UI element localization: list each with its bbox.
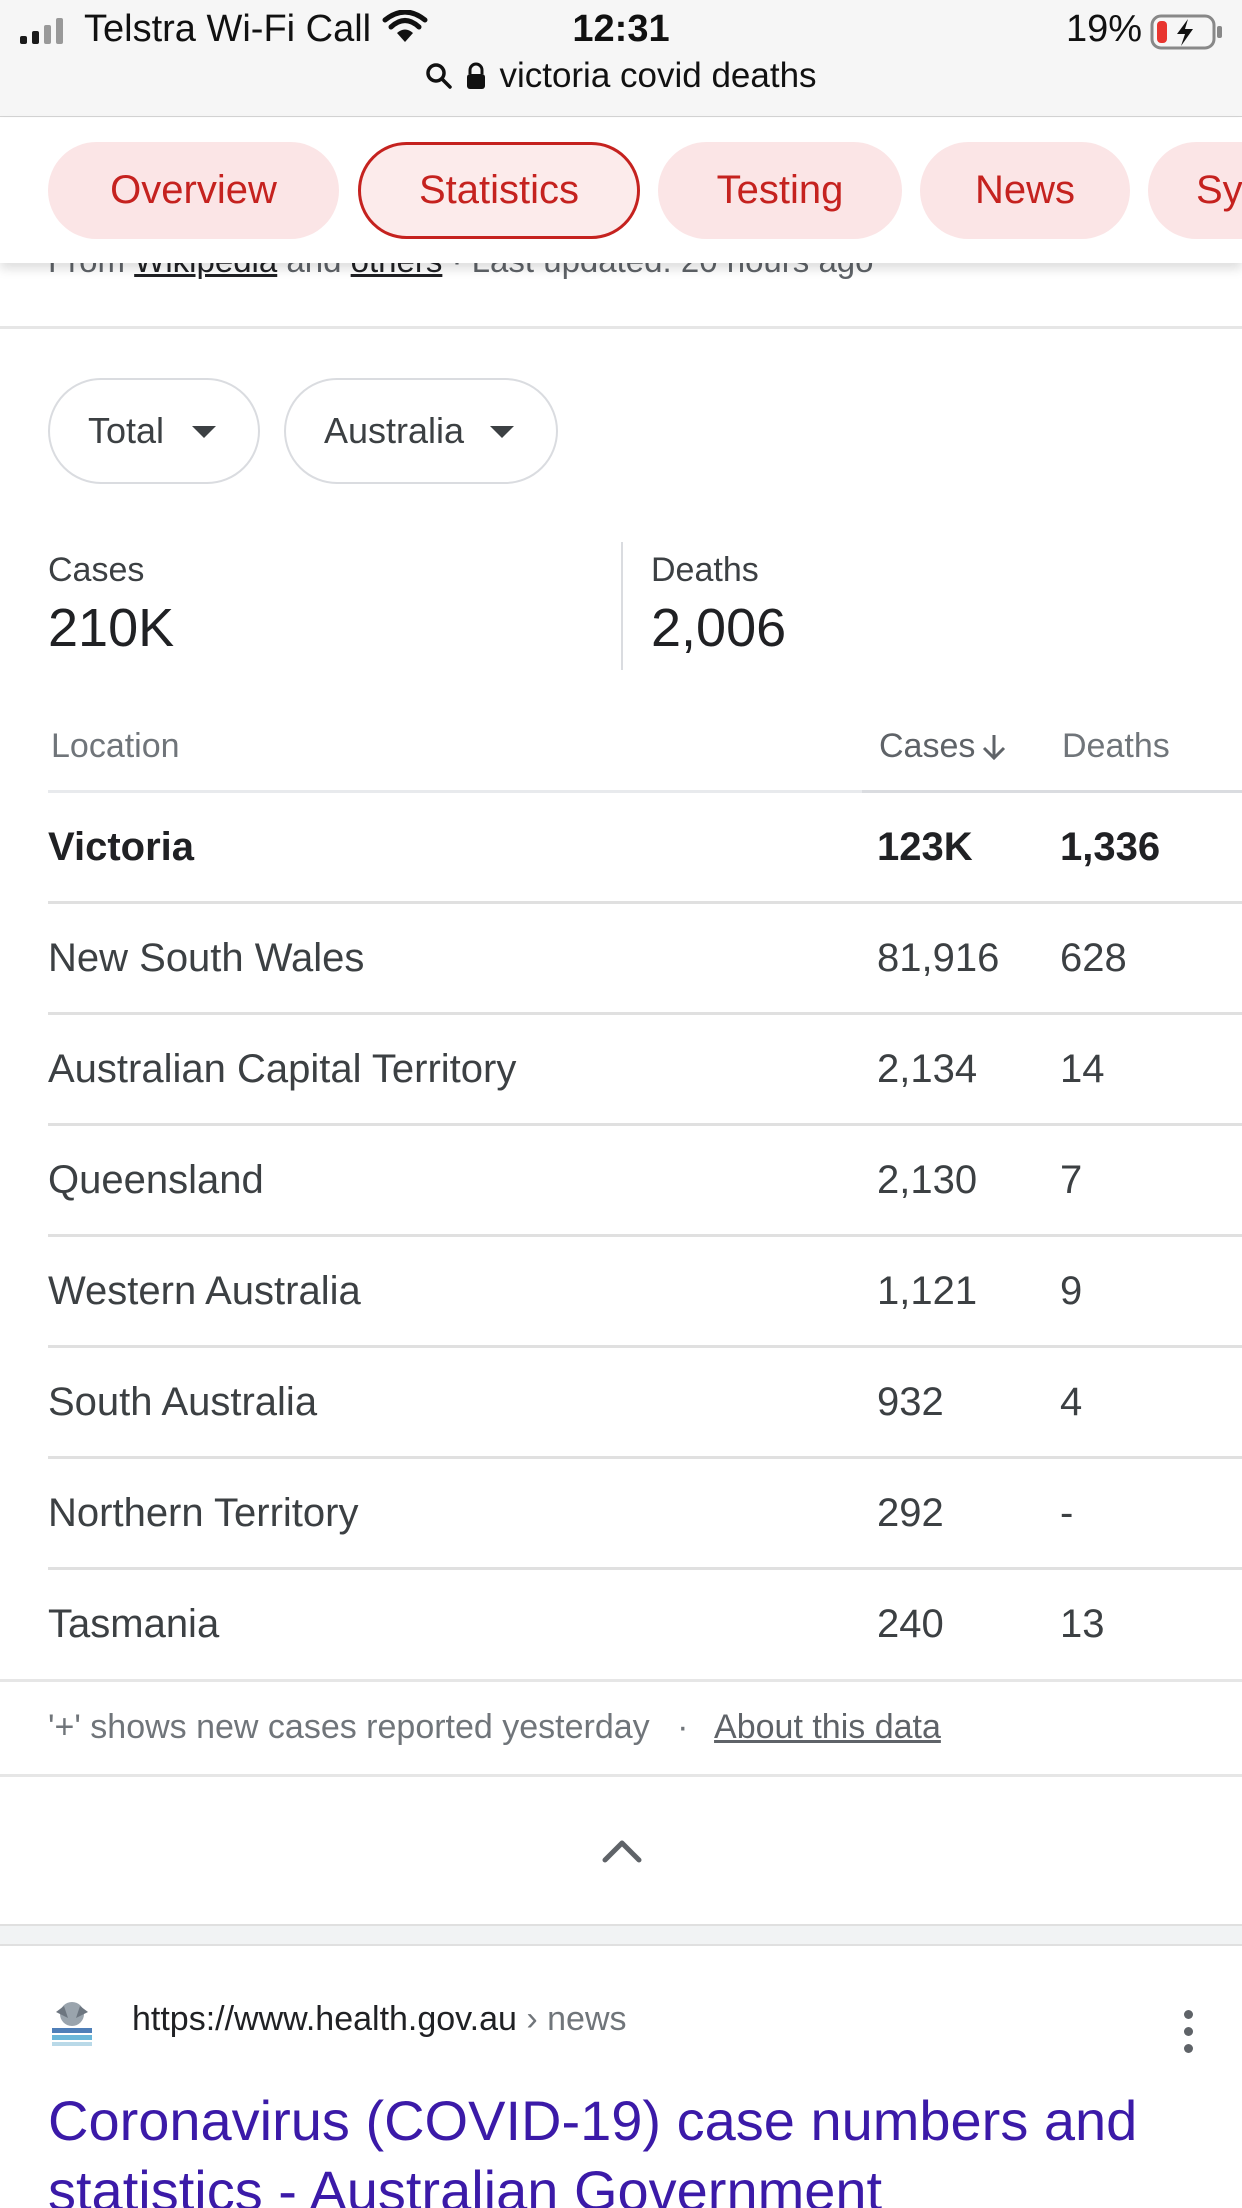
- region-dropdown[interactable]: Australia: [284, 378, 558, 484]
- url-text: victoria covid deaths: [499, 56, 817, 95]
- column-header-deaths[interactable]: Deaths: [1062, 727, 1170, 766]
- metric-dropdown[interactable]: Total: [48, 378, 260, 484]
- summary-divider: [621, 542, 623, 670]
- status-bar: Telstra Wi-Fi Call 12:31 19% victoria co…: [0, 0, 1242, 117]
- table-row[interactable]: South Australia 932 4: [48, 1348, 1242, 1459]
- column-header-location: Location: [51, 727, 180, 765]
- data-footnote: '+' shows new cases reported yesterday ·…: [48, 1708, 941, 1746]
- deaths-label: Deaths: [651, 551, 759, 589]
- result-url[interactable]: https://www.health.gov.au › news: [132, 2000, 627, 2039]
- table-row[interactable]: Queensland 2,130 7: [48, 1126, 1242, 1237]
- divider: [0, 1679, 1242, 1682]
- section-separator: [0, 1924, 1242, 1946]
- search-icon: [426, 63, 453, 89]
- more-options-icon[interactable]: [1184, 2010, 1194, 2053]
- caret-down-icon: [192, 426, 216, 438]
- about-this-data-link[interactable]: About this data: [714, 1708, 941, 1746]
- tab-testing[interactable]: Testing: [658, 142, 902, 239]
- lock-icon: [467, 62, 486, 89]
- table-row[interactable]: Western Australia 1,121 9: [48, 1237, 1242, 1348]
- clock: 12:31: [572, 8, 670, 50]
- divider: [0, 1774, 1242, 1777]
- sort-arrow-down-icon: [983, 734, 1006, 760]
- cases-total: 210K: [48, 598, 175, 658]
- address-bar[interactable]: victoria covid deaths: [0, 56, 1242, 96]
- column-header-cases[interactable]: Cases: [879, 727, 1007, 766]
- table-row[interactable]: Northern Territory 292 -: [48, 1459, 1242, 1570]
- table-row[interactable]: New South Wales 81,916 628: [48, 904, 1242, 1015]
- tab-news[interactable]: News: [920, 142, 1130, 239]
- collapse-chevron-up-icon[interactable]: [602, 1838, 642, 1864]
- tab-statistics[interactable]: Statistics: [358, 142, 640, 239]
- topic-tabs: Overview Statistics Testing News Sy: [0, 118, 1242, 263]
- table-row[interactable]: Tasmania 240 13: [48, 1570, 1242, 1681]
- table-row[interactable]: Australian Capital Territory 2,134 14: [48, 1015, 1242, 1126]
- result-title-link[interactable]: Coronavirus (COVID-19) case numbers and …: [48, 2086, 1168, 2208]
- tab-overview[interactable]: Overview: [48, 142, 339, 239]
- caret-down-icon: [490, 426, 514, 438]
- tab-symptoms[interactable]: Sy: [1148, 142, 1242, 239]
- battery-charging-icon: [1150, 14, 1222, 50]
- battery-percentage: 19%: [1065, 8, 1142, 50]
- deaths-total: 2,006: [651, 598, 787, 658]
- divider: [0, 326, 1242, 329]
- cases-label: Cases: [48, 551, 145, 589]
- australian-government-crest-icon: [52, 2002, 92, 2046]
- table-row[interactable]: Victoria 123K 1,336: [48, 793, 1242, 904]
